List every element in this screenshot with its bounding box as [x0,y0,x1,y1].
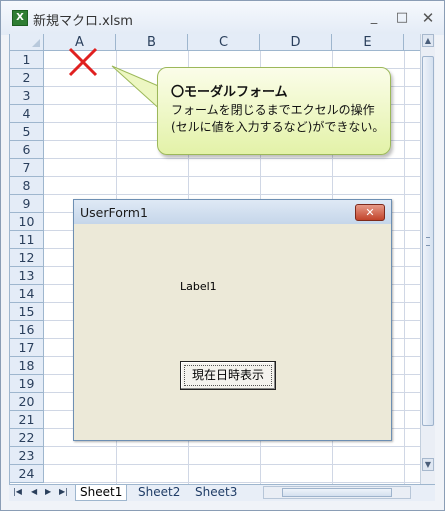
row-header[interactable]: 16 [10,321,44,339]
close-button[interactable]: ✕ [415,9,441,27]
last-sheet-icon[interactable]: ▶| [59,487,68,496]
userform-title: UserForm1 [80,205,148,220]
tab-sheet2[interactable]: Sheet2 [134,485,184,500]
callout-text: フォームを閉じるまでエクセルの操作(セルに値を入力するなど)ができない。 [171,103,385,134]
horizontal-scrollbar[interactable] [263,486,411,499]
column-header-c[interactable]: C [188,34,260,51]
sheet-tab-bar: |◀ ◀ ▶ ▶| Sheet1 Sheet2 Sheet3 [9,484,435,501]
grid-line [44,482,421,483]
row-header[interactable]: 15 [10,303,44,321]
prev-sheet-icon[interactable]: ◀ [31,487,37,496]
minimize-button[interactable]: _ [361,9,387,27]
column-header-partial[interactable] [404,34,421,51]
column-header-b[interactable]: B [116,34,188,51]
userform-dialog: UserForm1 ✕ Label1 現在日時表示 [73,199,392,441]
cross-icon [68,47,98,77]
row-header[interactable]: 5 [10,123,44,141]
row-header[interactable]: 2 [10,69,44,87]
tab-sheet3[interactable]: Sheet3 [191,485,241,500]
explanation-callout: 〇モーダルフォーム フォームを閉じるまでエクセルの操作(セルに値を入力するなど)… [157,67,391,155]
row-header[interactable]: 23 [10,447,44,465]
row-header[interactable]: 4 [10,105,44,123]
grid-line [404,51,405,484]
vertical-scrollbar[interactable]: ▲ ▼ [420,34,435,484]
grid-line [44,158,421,159]
row-header[interactable]: 18 [10,357,44,375]
next-sheet-icon[interactable]: ▶ [45,487,51,496]
title-bar[interactable]: X 新規マクロ.xlsm _ □ ✕ [1,1,444,35]
column-header-e[interactable]: E [332,34,404,51]
horizontal-scroll-thumb[interactable] [282,488,392,497]
row-header[interactable]: 9 [10,195,44,213]
row-header[interactable]: 19 [10,375,44,393]
userform-title-bar[interactable]: UserForm1 ✕ [74,200,391,224]
grid-line [44,194,421,195]
row-header[interactable]: 21 [10,411,44,429]
focus-rect [184,365,272,386]
row-header[interactable]: 10 [10,213,44,231]
scroll-up-icon[interactable]: ▲ [422,34,434,47]
vertical-scroll-thumb[interactable] [422,56,434,426]
tab-sheet1[interactable]: Sheet1 [75,485,128,501]
grid-line [44,446,421,447]
show-datetime-button[interactable]: 現在日時表示 [180,361,276,390]
row-header[interactable]: 24 [10,465,44,483]
row-header[interactable]: 13 [10,267,44,285]
userform-body: Label1 現在日時表示 [74,224,391,440]
row-header[interactable]: 1 [10,51,44,69]
scroll-down-icon[interactable]: ▼ [422,458,434,471]
grid-line [44,176,421,177]
row-header[interactable]: 6 [10,141,44,159]
row-header[interactable]: 22 [10,429,44,447]
window-title: 新規マクロ.xlsm [33,14,133,29]
excel-icon[interactable]: X [12,10,28,26]
first-sheet-icon[interactable]: |◀ [13,487,22,496]
row-header[interactable]: 7 [10,159,44,177]
userform-close-button[interactable]: ✕ [355,204,385,221]
row-header[interactable]: 3 [10,87,44,105]
grid-line [44,464,421,465]
select-all-corner[interactable] [10,34,44,51]
row-header[interactable]: 20 [10,393,44,411]
column-header-d[interactable]: D [260,34,332,51]
callout-title: 〇モーダルフォーム [171,85,288,100]
row-header[interactable]: 14 [10,285,44,303]
row-header[interactable]: 11 [10,231,44,249]
maximize-button[interactable]: □ [389,9,415,27]
label1: Label1 [180,280,217,293]
row-header[interactable]: 8 [10,177,44,195]
row-header[interactable]: 17 [10,339,44,357]
row-header[interactable]: 12 [10,249,44,267]
